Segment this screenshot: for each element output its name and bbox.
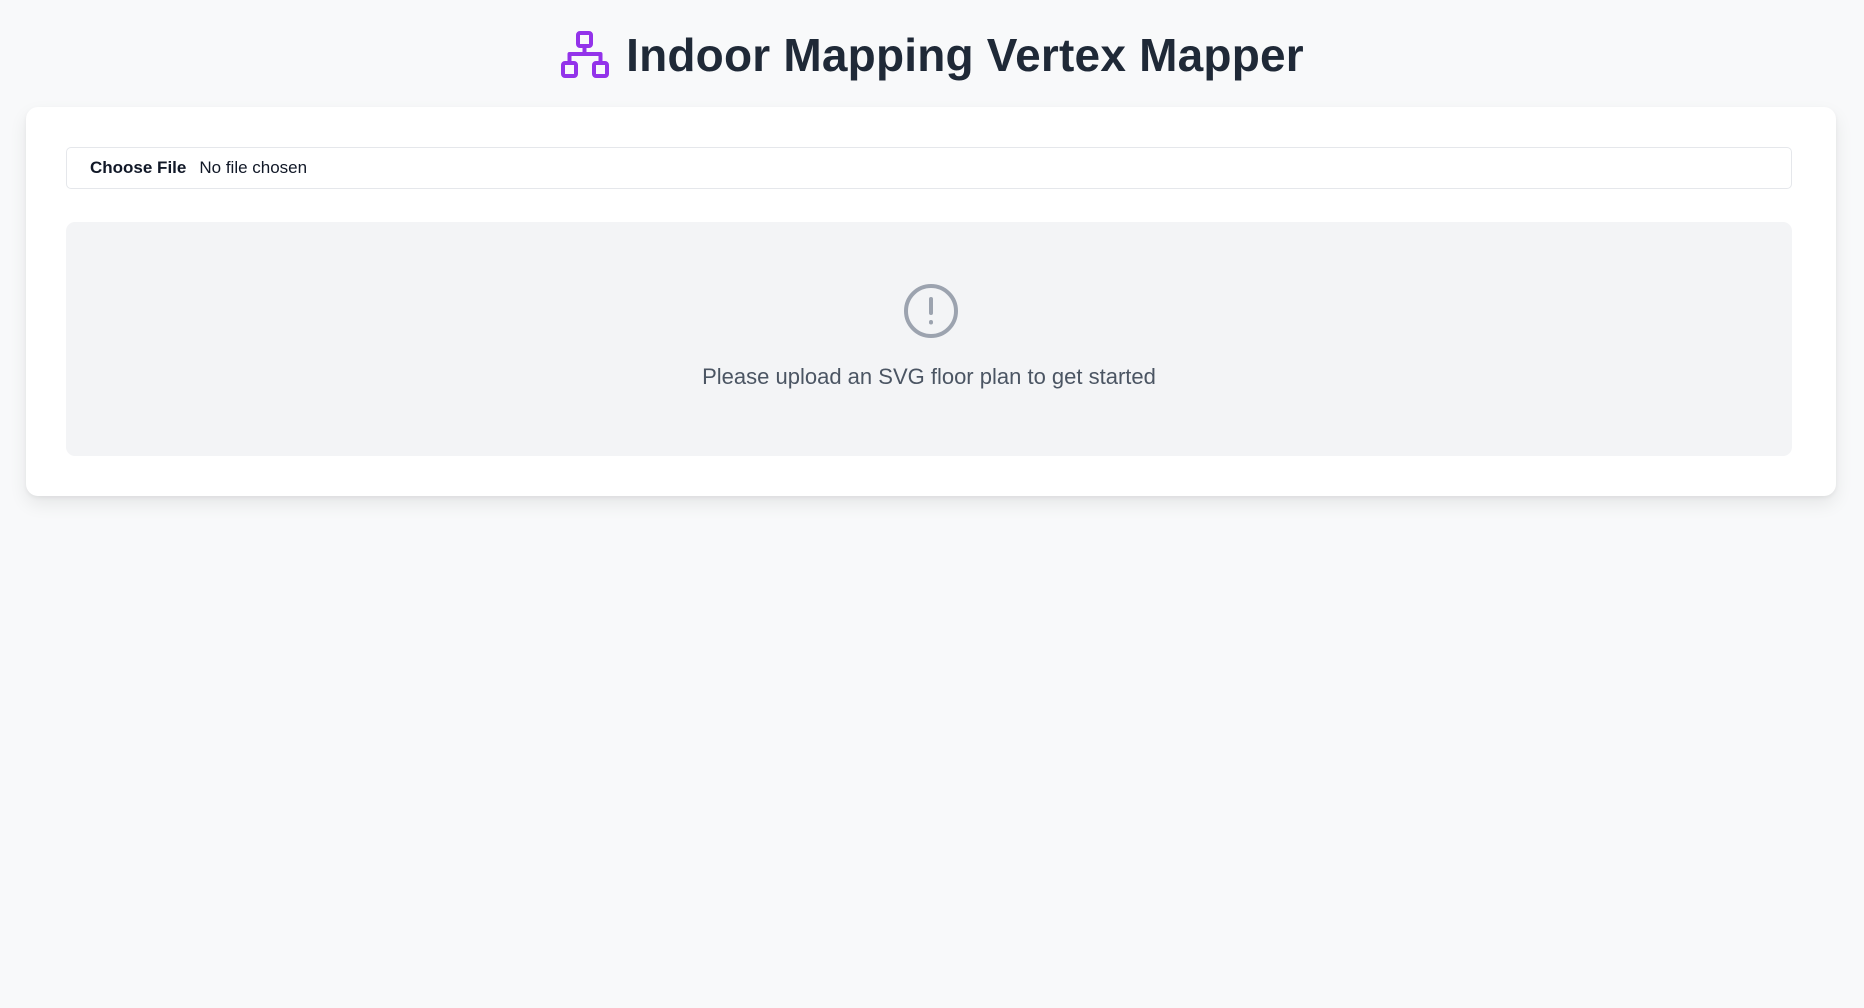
file-upload-input[interactable]: Choose File No file chosen: [66, 147, 1792, 189]
page-header: Indoor Mapping Vertex Mapper: [0, 22, 1864, 88]
main-card: Choose File No file chosen Please upload…: [26, 107, 1836, 496]
empty-state-panel: Please upload an SVG floor plan to get s…: [66, 222, 1792, 456]
choose-file-button[interactable]: Choose File: [90, 158, 186, 178]
network-icon: [560, 30, 610, 80]
file-status-text: No file chosen: [199, 158, 308, 177]
empty-state-message: Please upload an SVG floor plan to get s…: [702, 364, 1156, 389]
alert-circle-icon: [902, 282, 960, 340]
page-title: Indoor Mapping Vertex Mapper: [626, 29, 1304, 81]
